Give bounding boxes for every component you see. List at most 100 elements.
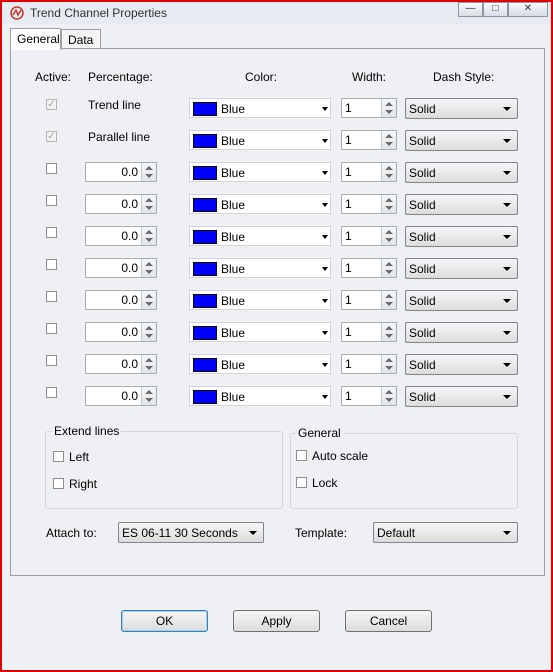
- dash-style-select[interactable]: Solid: [405, 354, 518, 375]
- color-swatch: [193, 390, 217, 404]
- stepper-arrows[interactable]: [381, 195, 396, 213]
- stepper-arrows[interactable]: [141, 195, 156, 213]
- stepper-arrows[interactable]: [141, 227, 156, 245]
- dash-style-value: Solid: [409, 326, 436, 340]
- active-checkbox[interactable]: [46, 323, 57, 334]
- active-checkbox[interactable]: [46, 195, 57, 206]
- color-swatch: [193, 166, 217, 180]
- stepper-arrows[interactable]: [381, 387, 396, 405]
- percentage-stepper[interactable]: 0.0: [85, 290, 157, 310]
- dash-style-select[interactable]: Solid: [405, 226, 518, 247]
- stepper-arrows[interactable]: [141, 291, 156, 309]
- percentage-stepper[interactable]: 0.0: [85, 226, 157, 246]
- width-stepper[interactable]: 1: [341, 290, 397, 310]
- arrow-down-icon: [145, 270, 153, 274]
- color-swatch: [193, 134, 217, 148]
- color-swatch: [193, 262, 217, 276]
- color-picker[interactable]: Blue: [189, 258, 331, 278]
- active-checkbox[interactable]: ✓: [46, 99, 57, 110]
- width-stepper[interactable]: 1: [341, 130, 397, 150]
- width-stepper[interactable]: 1: [341, 354, 397, 374]
- dash-style-select[interactable]: Solid: [405, 386, 518, 407]
- stepper-arrows[interactable]: [141, 259, 156, 277]
- width-stepper[interactable]: 1: [341, 258, 397, 278]
- arrow-down-icon: [385, 302, 393, 306]
- level-row: 0.0 Blue 1 Solid: [2, 352, 553, 376]
- close-button[interactable]: ✕: [508, 2, 548, 17]
- dash-style-select[interactable]: Solid: [405, 130, 518, 151]
- active-checkbox[interactable]: ✓: [46, 131, 57, 142]
- auto-scale-checkbox[interactable]: [296, 450, 307, 461]
- stepper-arrows[interactable]: [381, 291, 396, 309]
- cancel-button[interactable]: Cancel: [345, 610, 432, 632]
- width-stepper[interactable]: 1: [341, 162, 397, 182]
- stepper-arrows[interactable]: [381, 227, 396, 245]
- chevron-down-icon: [503, 203, 511, 207]
- tab-general[interactable]: General: [10, 28, 61, 50]
- percentage-value: 0.0: [121, 165, 138, 179]
- percentage-stepper[interactable]: 0.0: [85, 354, 157, 374]
- width-stepper[interactable]: 1: [341, 226, 397, 246]
- maximize-button[interactable]: □: [483, 2, 508, 17]
- active-checkbox[interactable]: [46, 355, 57, 366]
- color-picker[interactable]: Blue: [189, 322, 331, 342]
- stepper-arrows[interactable]: [141, 387, 156, 405]
- dash-style-select[interactable]: Solid: [405, 258, 518, 279]
- title-bar[interactable]: Trend Channel Properties — □ ✕: [2, 2, 551, 24]
- stepper-arrows[interactable]: [381, 355, 396, 373]
- stepper-arrows[interactable]: [381, 323, 396, 341]
- chevron-down-icon: [503, 331, 511, 335]
- color-picker[interactable]: Blue: [189, 354, 331, 374]
- dash-style-value: Solid: [409, 390, 436, 404]
- lock-checkbox[interactable]: [296, 477, 307, 488]
- minimize-button[interactable]: —: [458, 2, 483, 17]
- percentage-stepper[interactable]: 0.0: [85, 194, 157, 214]
- percentage-value: 0.0: [121, 261, 138, 275]
- stepper-arrows[interactable]: [381, 259, 396, 277]
- dash-style-select[interactable]: Solid: [405, 162, 518, 183]
- active-checkbox[interactable]: [46, 291, 57, 302]
- color-picker[interactable]: Blue: [189, 162, 331, 182]
- template-select[interactable]: Default: [373, 522, 518, 543]
- percentage-stepper[interactable]: 0.0: [85, 386, 157, 406]
- stepper-arrows[interactable]: [141, 355, 156, 373]
- width-stepper[interactable]: 1: [341, 322, 397, 342]
- stepper-arrows[interactable]: [381, 163, 396, 181]
- apply-button[interactable]: Apply: [233, 610, 320, 632]
- stepper-arrows[interactable]: [381, 99, 396, 117]
- tab-data[interactable]: Data: [61, 29, 101, 49]
- dash-style-select[interactable]: Solid: [405, 322, 518, 343]
- color-picker[interactable]: Blue: [189, 290, 331, 310]
- extend-left-checkbox[interactable]: [53, 451, 64, 462]
- active-checkbox[interactable]: [46, 259, 57, 270]
- attach-to-select[interactable]: ES 06-11 30 Seconds: [118, 522, 264, 543]
- color-picker[interactable]: Blue: [189, 194, 331, 214]
- percentage-stepper[interactable]: 0.0: [85, 322, 157, 342]
- color-picker[interactable]: Blue: [189, 130, 331, 150]
- extend-right-checkbox[interactable]: [53, 478, 64, 489]
- ok-button[interactable]: OK: [121, 610, 208, 632]
- color-picker[interactable]: Blue: [189, 386, 331, 406]
- active-checkbox[interactable]: [46, 227, 57, 238]
- dash-style-select[interactable]: Solid: [405, 290, 518, 311]
- chevron-down-icon: [503, 107, 511, 111]
- dash-style-select[interactable]: Solid: [405, 194, 518, 215]
- percentage-stepper[interactable]: 0.0: [85, 258, 157, 278]
- percentage-stepper[interactable]: 0.0: [85, 162, 157, 182]
- color-picker[interactable]: Blue: [189, 226, 331, 246]
- stepper-arrows[interactable]: [381, 131, 396, 149]
- width-stepper[interactable]: 1: [341, 194, 397, 214]
- dash-style-select[interactable]: Solid: [405, 98, 518, 119]
- stepper-arrows[interactable]: [141, 163, 156, 181]
- width-stepper[interactable]: 1: [341, 98, 397, 118]
- level-row: 0.0 Blue 1 Solid: [2, 320, 553, 344]
- width-stepper[interactable]: 1: [341, 386, 397, 406]
- color-picker[interactable]: Blue: [189, 98, 331, 118]
- active-checkbox[interactable]: [46, 387, 57, 398]
- arrow-up-icon: [145, 326, 153, 330]
- dash-style-value: Solid: [409, 166, 436, 180]
- active-checkbox[interactable]: [46, 163, 57, 174]
- level-row: 0.0 Blue 1 Solid: [2, 160, 553, 184]
- stepper-arrows[interactable]: [141, 323, 156, 341]
- template-label: Template:: [295, 526, 348, 540]
